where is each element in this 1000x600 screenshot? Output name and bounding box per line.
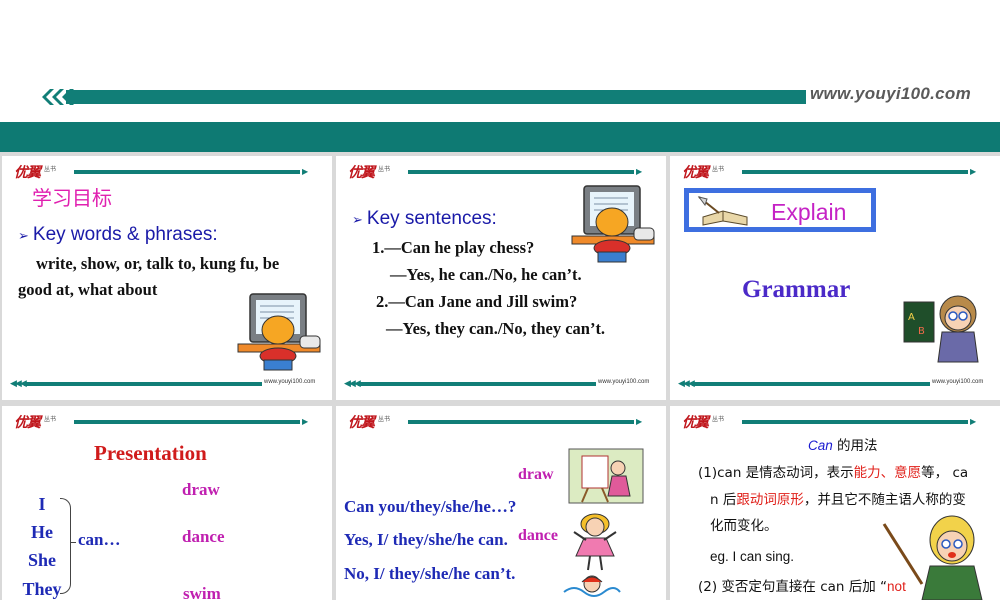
slide-thumbnail-5[interactable]: 优翼 丛书 ▶ draw dance Can you/they/she/he…?… <box>336 406 666 600</box>
pronoun: They <box>22 579 62 599</box>
teacher-blackboard-clipart-icon: A B <box>903 295 979 363</box>
can-text: can… <box>78 530 121 549</box>
slide-stripe <box>74 420 300 424</box>
yes-answer-line: Yes, I/ they/she/he can. <box>344 530 508 549</box>
explain-box: Explain <box>684 188 876 232</box>
book-quill-icon <box>697 196 748 226</box>
slide-stripe <box>74 170 300 174</box>
brand-logo: 优翼 丛书 <box>682 164 725 180</box>
body-line: —Yes, he can./No, he can’t. <box>390 265 582 284</box>
body-line: 2.—Can Jane and Jill swim? <box>376 292 578 311</box>
verb-dance: dance <box>518 527 558 544</box>
usage-line-4: (2) 变否定句直接在 can 后加 “not <box>698 579 906 595</box>
slide-stripe <box>408 420 634 424</box>
verb-dance: dance <box>182 527 225 546</box>
double-chevron-left-icon: ◀◀◀ <box>10 378 27 388</box>
grammar-label: Grammar <box>742 276 851 303</box>
arrow-right-icon: ▶ <box>970 167 977 176</box>
usage-line-1: (1)can 是情态动词，表示能力、意愿等， ca <box>698 465 969 481</box>
double-chevron-left-icon: ◀◀◀ <box>678 378 695 388</box>
pronoun: I <box>38 494 46 514</box>
double-chevron-left-icon: ◀◀◀ <box>344 378 361 388</box>
body-line: —Yes, they can./No, they can’t. <box>386 319 606 338</box>
slide-title: 学习目标 <box>32 186 112 210</box>
computer-kid-clipart-icon <box>571 185 655 263</box>
footer-url: www.youyi100.com <box>264 379 316 385</box>
brand-logo: 优翼 丛书 <box>14 164 57 180</box>
brand-logo: 优翼 丛书 <box>682 414 725 430</box>
question-line: Can you/they/she/he…? <box>344 497 517 516</box>
site-url[interactable]: www.youyi100.com <box>810 84 971 104</box>
footer-stripe <box>24 382 262 386</box>
body-line: 1.—Can he play chess? <box>372 238 535 257</box>
arrow-right-icon: ▶ <box>636 167 643 176</box>
no-answer-line: No, I/ they/she/he can’t. <box>344 564 516 583</box>
footer-url: www.youyi100.com <box>598 379 650 385</box>
teal-bar <box>0 122 1000 152</box>
usage-line-3: 化而变化。 <box>710 518 778 534</box>
bullet-heading: ➢ Key words & phrases: <box>18 224 218 245</box>
pronoun: She <box>27 550 56 570</box>
slide-stripe <box>742 420 968 424</box>
drawing-easel-clipart-icon <box>568 448 644 504</box>
arrow-right-icon: ▶ <box>302 417 309 426</box>
bullet-heading: ➢ Key sentences: <box>352 208 497 229</box>
computer-kid-clipart-icon <box>237 293 321 371</box>
footer-url: www.youyi100.com <box>932 379 984 385</box>
explain-label: Explain <box>771 199 847 225</box>
teacher-pointer-clipart-icon <box>882 515 983 600</box>
slide-thumbnail-4[interactable]: 优翼 丛书 ▶ Presentation I He She They can… … <box>2 406 332 600</box>
slide-thumbnail-1[interactable]: 优翼 丛书 ▶ 学习目标 ➢ Key words & phrases: write… <box>2 156 332 400</box>
slide-thumbnail-6[interactable]: 优翼 丛书 ▶ Can 的用法 (1)can 是情态动词，表示能力、意愿等， c… <box>670 406 1000 600</box>
verb-draw: draw <box>518 466 554 483</box>
arrow-right-icon: ▶ <box>970 417 977 426</box>
verb-swim: swim <box>183 584 221 600</box>
brand-logo: 优翼 丛书 <box>348 164 391 180</box>
brace-bracket <box>60 498 71 594</box>
bullet-arrow-icon: ➢ <box>18 228 29 243</box>
arrow-right-icon: ▶ <box>636 417 643 426</box>
header-stripe <box>66 90 806 104</box>
svg-text:A: A <box>908 312 915 323</box>
body-line: write, show, or, talk to, kung fu, be <box>36 254 280 273</box>
footer-stripe <box>692 382 930 386</box>
pronoun: He <box>31 522 53 542</box>
brand-logo: 优翼 丛书 <box>348 414 391 430</box>
bullet-arrow-icon: ➢ <box>352 212 363 227</box>
arrow-right-icon: ▶ <box>302 167 309 176</box>
swimmer-clipart-icon <box>563 575 621 597</box>
slide-stripe <box>742 170 968 174</box>
brace-tip <box>70 542 76 543</box>
footer-stripe <box>358 382 596 386</box>
slide-stripe <box>408 170 634 174</box>
svg-text:B: B <box>918 326 925 337</box>
dancing-girl-clipart-icon <box>573 513 617 571</box>
verb-draw: draw <box>182 480 220 499</box>
slide-title: Can 的用法 <box>808 438 878 454</box>
example-line: eg. I can sing. <box>710 549 795 564</box>
slide-title: Presentation <box>94 441 207 465</box>
slide-thumbnail-3[interactable]: 优翼 丛书 ▶ Explain Grammar A B ◀◀◀ www.youy… <box>670 156 1000 400</box>
body-line: good at, what about <box>18 280 158 299</box>
brand-logo: 优翼 丛书 <box>14 414 57 430</box>
slide-thumbnail-2[interactable]: 优翼 丛书 ▶ ➢ Key sentences: 1.—Can he play c… <box>336 156 666 400</box>
